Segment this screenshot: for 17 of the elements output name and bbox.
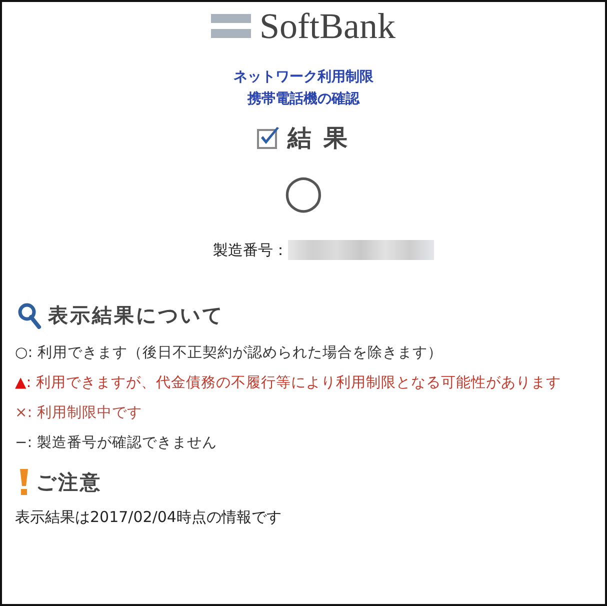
serial-label: 製造番号：: [213, 240, 288, 260]
search-icon: [18, 302, 42, 328]
section-heading: 表示結果について: [48, 302, 224, 329]
exclamation-icon: [18, 468, 30, 496]
legend-item: ○: 利用できます（後日不正契約が認められた場合を除きます）: [15, 343, 444, 362]
checkbox-icon: [257, 126, 282, 150]
page-title: 携帯電話機の確認: [248, 90, 360, 108]
page-title: ネットワーク利用制限: [234, 68, 374, 86]
legend-item: ×: 利用制限中です: [15, 403, 143, 422]
result-heading: 結 果: [287, 123, 350, 154]
legend-item: ▲: 利用できますが、代金債務の不履行等により利用制限となる可能性があります: [15, 373, 562, 392]
logo-text: SoftBank: [259, 8, 396, 44]
logo-bars-icon: [211, 12, 252, 40]
legend-item: −: 製造番号が確認できません: [15, 433, 218, 452]
notice-text: 表示結果は2017/02/04時点の情報です: [14, 508, 282, 527]
result-symbol: ○: [282, 168, 325, 214]
section-heading: ご注意: [36, 468, 102, 496]
